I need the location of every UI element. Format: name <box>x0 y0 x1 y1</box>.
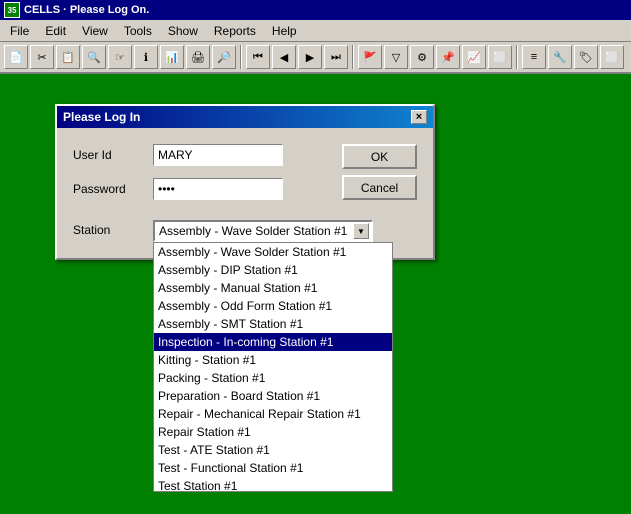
toolbar-btn-22[interactable]: ≡ <box>522 45 546 69</box>
toolbar-btn-12[interactable]: ▶ <box>298 45 322 69</box>
dropdown-item[interactable]: Repair - Mechanical Repair Station #1 <box>154 405 392 423</box>
toolbar-btn-10[interactable]: ⏮ <box>246 45 270 69</box>
login-dialog: Please Log In × User Id Password <box>55 104 435 260</box>
title-bar: 35 CELLS · Please Log On. <box>0 0 631 20</box>
dropdown-item[interactable]: Test Station #1 <box>154 477 392 492</box>
toolbar-separator <box>352 45 354 69</box>
password-input[interactable] <box>153 178 283 200</box>
top-form: User Id Password OK Cancel <box>73 144 417 212</box>
toolbar-btn-7[interactable]: 🖨 <box>186 45 210 69</box>
buttons-column: OK Cancel <box>342 144 417 212</box>
dropdown-item[interactable]: Inspection - In-coming Station #1 <box>154 333 392 351</box>
toolbar-btn-18[interactable]: 📌 <box>436 45 460 69</box>
station-dropdown-container: Assembly - Wave Solder Station #1 ▼ Asse… <box>153 220 373 242</box>
station-label: Station <box>73 220 153 237</box>
dialog-content: User Id Password OK Cancel Station <box>57 128 433 258</box>
toolbar-btn-3[interactable]: 🔍 <box>82 45 106 69</box>
toolbar-btn-17[interactable]: ⚙ <box>410 45 434 69</box>
station-selected-value: Assembly - Wave Solder Station #1 <box>159 224 347 238</box>
fields-column: User Id Password <box>73 144 328 212</box>
toolbar-btn-19[interactable]: 📈 <box>462 45 486 69</box>
dialog-close-button[interactable]: × <box>411 110 427 124</box>
menu-item-show[interactable]: Show <box>160 22 206 40</box>
dialog-titlebar: Please Log In × <box>57 106 433 128</box>
toolbar-btn-0[interactable]: 📄 <box>4 45 28 69</box>
toolbar-btn-13[interactable]: ⏭ <box>324 45 348 69</box>
menu-item-view[interactable]: View <box>74 22 116 40</box>
toolbar-btn-20[interactable]: ⬜ <box>488 45 512 69</box>
dropdown-item[interactable]: Kitting - Station #1 <box>154 351 392 369</box>
toolbar-btn-16[interactable]: ▽ <box>384 45 408 69</box>
toolbar-btn-25[interactable]: ⬜ <box>600 45 624 69</box>
app-icon: 35 <box>4 2 20 18</box>
menu-item-help[interactable]: Help <box>264 22 305 40</box>
toolbar-separator <box>516 45 518 69</box>
dropdown-item[interactable]: Assembly - DIP Station #1 <box>154 261 392 279</box>
toolbar: 📄✂📋🔍☞ℹ📊🖨🔎⏮◀▶⏭🚩▽⚙📌📈⬜≡🔧🏷⬜ <box>0 42 631 74</box>
ok-button[interactable]: OK <box>342 144 417 169</box>
toolbar-btn-6[interactable]: 📊 <box>160 45 184 69</box>
dropdown-arrow-icon[interactable]: ▼ <box>353 223 369 239</box>
toolbar-btn-24[interactable]: 🏷 <box>574 45 598 69</box>
dropdown-item[interactable]: Preparation - Board Station #1 <box>154 387 392 405</box>
dropdown-item[interactable]: Assembly - Wave Solder Station #1 <box>154 243 392 261</box>
dropdown-list[interactable]: Assembly - Wave Solder Station #1Assembl… <box>153 242 393 492</box>
toolbar-btn-23[interactable]: 🔧 <box>548 45 572 69</box>
password-label: Password <box>73 182 153 196</box>
main-area: Please Log In × User Id Password <box>0 74 631 514</box>
userid-input[interactable] <box>153 144 283 166</box>
cancel-button[interactable]: Cancel <box>342 175 417 200</box>
toolbar-separator <box>240 45 242 69</box>
station-row: Station Assembly - Wave Solder Station #… <box>73 220 417 242</box>
menu-item-file[interactable]: File <box>2 22 37 40</box>
dropdown-item[interactable]: Packing - Station #1 <box>154 369 392 387</box>
dropdown-item[interactable]: Assembly - SMT Station #1 <box>154 315 392 333</box>
toolbar-btn-8[interactable]: 🔎 <box>212 45 236 69</box>
menu-item-tools[interactable]: Tools <box>116 22 160 40</box>
dropdown-item[interactable]: Repair Station #1 <box>154 423 392 441</box>
station-dropdown[interactable]: Assembly - Wave Solder Station #1 ▼ <box>153 220 373 242</box>
toolbar-btn-5[interactable]: ℹ <box>134 45 158 69</box>
toolbar-btn-4[interactable]: ☞ <box>108 45 132 69</box>
menu-item-edit[interactable]: Edit <box>37 22 74 40</box>
toolbar-btn-2[interactable]: 📋 <box>56 45 80 69</box>
userid-row: User Id <box>73 144 328 166</box>
dropdown-item[interactable]: Test - ATE Station #1 <box>154 441 392 459</box>
userid-label: User Id <box>73 148 153 162</box>
dropdown-item[interactable]: Assembly - Manual Station #1 <box>154 279 392 297</box>
menu-bar: FileEditViewToolsShowReportsHelp <box>0 20 631 42</box>
toolbar-btn-1[interactable]: ✂ <box>30 45 54 69</box>
window-title: CELLS · Please Log On. <box>24 4 149 16</box>
dropdown-item[interactable]: Test - Functional Station #1 <box>154 459 392 477</box>
toolbar-btn-15[interactable]: 🚩 <box>358 45 382 69</box>
dropdown-item[interactable]: Assembly - Odd Form Station #1 <box>154 297 392 315</box>
toolbar-btn-11[interactable]: ◀ <box>272 45 296 69</box>
menu-item-reports[interactable]: Reports <box>206 22 264 40</box>
password-row: Password <box>73 178 328 200</box>
dialog-title: Please Log In <box>63 110 140 124</box>
